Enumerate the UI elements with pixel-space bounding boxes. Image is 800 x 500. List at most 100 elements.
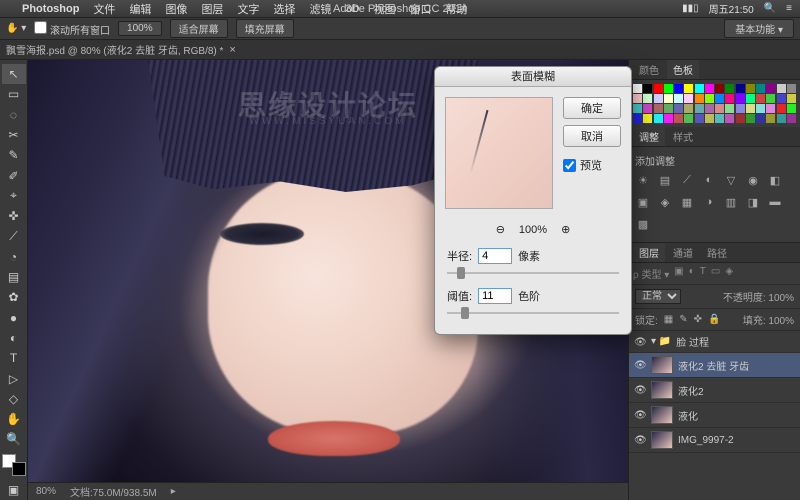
menu-select[interactable]: 选择 <box>273 1 295 17</box>
swatch[interactable] <box>643 94 652 103</box>
swatch[interactable] <box>643 104 652 113</box>
workspace-switcher[interactable]: 基本功能 ▾ <box>724 19 794 38</box>
visibility-icon[interactable]: 👁 <box>634 337 646 347</box>
document-tab[interactable]: 飘雪海报.psd @ 80% (液化2 去脏 牙齿, RGB/8) * <box>6 42 223 57</box>
adj-brightness-icon[interactable]: ☀ <box>635 172 651 188</box>
adj-levels-icon[interactable]: ▤ <box>657 172 673 188</box>
brush-tool[interactable]: ⌖ <box>2 186 26 206</box>
swatch[interactable] <box>633 84 642 93</box>
adj-hue-icon[interactable]: ◉ <box>745 172 761 188</box>
visibility-icon[interactable]: 👁 <box>634 435 646 445</box>
swatch[interactable] <box>715 84 724 93</box>
swatch[interactable] <box>777 114 786 123</box>
shape-tool[interactable]: ◇ <box>2 389 26 409</box>
preview-checkbox[interactable]: 预览 <box>563 157 621 173</box>
lock-pixel-icon[interactable]: ✎ <box>679 314 687 325</box>
adj-mixer-icon[interactable]: ◈ <box>657 194 673 210</box>
swatch[interactable] <box>633 104 642 113</box>
menu-image[interactable]: 图像 <box>165 1 187 17</box>
swatch[interactable] <box>684 114 693 123</box>
swatch[interactable] <box>777 94 786 103</box>
swatch[interactable] <box>766 104 775 113</box>
pen-tool[interactable]: ◐ <box>2 328 26 348</box>
adj-exposure-icon[interactable]: ◐ <box>701 172 717 188</box>
tab-styles[interactable]: 样式 <box>667 127 699 146</box>
menu-layer[interactable]: 图层 <box>201 1 223 17</box>
fill-value[interactable]: 100% <box>768 316 794 327</box>
swatch[interactable] <box>736 114 745 123</box>
swatch[interactable] <box>715 104 724 113</box>
swatch[interactable] <box>756 94 765 103</box>
eraser-tool[interactable]: ◔ <box>2 247 26 267</box>
move-tool[interactable]: ↖ <box>2 64 26 84</box>
swatch[interactable] <box>766 114 775 123</box>
close-tab-icon[interactable]: × <box>229 44 235 56</box>
radius-slider[interactable] <box>447 266 619 280</box>
menu-edit[interactable]: 编辑 <box>129 1 151 17</box>
zoom-100-button[interactable]: 100% <box>118 21 162 36</box>
swatch[interactable] <box>787 94 796 103</box>
visibility-icon[interactable]: 👁 <box>634 360 646 370</box>
swatch[interactable] <box>684 94 693 103</box>
adj-poster-icon[interactable]: ▥ <box>723 194 739 210</box>
healing-tool[interactable]: ✐ <box>2 165 26 185</box>
visibility-icon[interactable]: 👁 <box>634 410 646 420</box>
adj-gradmap-icon[interactable]: ▬ <box>767 194 783 210</box>
swatch[interactable] <box>746 104 755 113</box>
lock-trans-icon[interactable]: ▦ <box>664 314 673 325</box>
swatch[interactable] <box>736 104 745 113</box>
layer-item[interactable]: 👁 IMG_9997-2 <box>629 428 800 453</box>
filter-type-icon[interactable]: T <box>700 266 706 281</box>
layer-name[interactable]: 液化2 去脏 牙齿 <box>678 358 749 373</box>
radius-input[interactable] <box>478 248 512 264</box>
dodge-tool[interactable]: ● <box>2 308 26 328</box>
status-zoom[interactable]: 80% <box>36 486 56 497</box>
zoom-out-icon[interactable]: ⊖ <box>496 223 505 236</box>
visibility-icon[interactable]: 👁 <box>634 385 646 395</box>
hand-tool[interactable]: ✋ <box>2 409 26 429</box>
status-chevron-icon[interactable]: ▸ <box>171 486 176 497</box>
swatch[interactable] <box>654 84 663 93</box>
swatch[interactable] <box>664 104 673 113</box>
swatch[interactable] <box>664 84 673 93</box>
adj-lookup-icon[interactable]: ▦ <box>679 194 695 210</box>
swatch[interactable] <box>736 94 745 103</box>
swatch[interactable] <box>654 94 663 103</box>
swatch[interactable] <box>695 114 704 123</box>
layer-item[interactable]: 👁 液化2 去脏 牙齿 <box>629 353 800 378</box>
swatch[interactable] <box>705 94 714 103</box>
swatch[interactable] <box>674 84 683 93</box>
swatch[interactable] <box>654 114 663 123</box>
layer-item[interactable]: 👁 液化 <box>629 403 800 428</box>
tab-adjustments[interactable]: 调整 <box>633 127 665 146</box>
gradient-tool[interactable]: ▤ <box>2 267 26 287</box>
swatch[interactable] <box>715 94 724 103</box>
tab-channels[interactable]: 通道 <box>667 243 699 262</box>
swatch[interactable] <box>674 94 683 103</box>
threshold-input[interactable] <box>478 288 512 304</box>
menu-photoshop[interactable]: Photoshop <box>22 3 79 15</box>
adj-photo-icon[interactable]: ▣ <box>635 194 651 210</box>
layer-name[interactable]: 脸 过程 <box>676 334 709 349</box>
opacity-value[interactable]: 100% <box>768 293 794 304</box>
filter-shape-icon[interactable]: ▭ <box>711 266 720 281</box>
adj-invert-icon[interactable]: ◑ <box>701 194 717 210</box>
history-brush-tool[interactable]: ⟋ <box>2 226 26 246</box>
swatch[interactable] <box>746 84 755 93</box>
type-tool[interactable]: T <box>2 348 26 368</box>
swatch[interactable] <box>756 104 765 113</box>
swatch[interactable] <box>633 114 642 123</box>
swatch[interactable] <box>777 104 786 113</box>
swatch[interactable] <box>633 94 642 103</box>
layer-name[interactable]: 液化2 <box>678 383 704 398</box>
swatch[interactable] <box>695 104 704 113</box>
swatch[interactable] <box>674 104 683 113</box>
swatch[interactable] <box>705 84 714 93</box>
swatch[interactable] <box>684 104 693 113</box>
layer-name[interactable]: IMG_9997-2 <box>678 435 734 446</box>
fill-screen-button[interactable]: 填充屏幕 <box>236 19 294 38</box>
search-icon[interactable]: 🔍 <box>764 3 776 14</box>
layer-item[interactable]: 👁 液化2 <box>629 378 800 403</box>
lasso-tool[interactable]: ◌ <box>2 105 26 125</box>
filter-adj-icon[interactable]: ◐ <box>689 266 695 281</box>
